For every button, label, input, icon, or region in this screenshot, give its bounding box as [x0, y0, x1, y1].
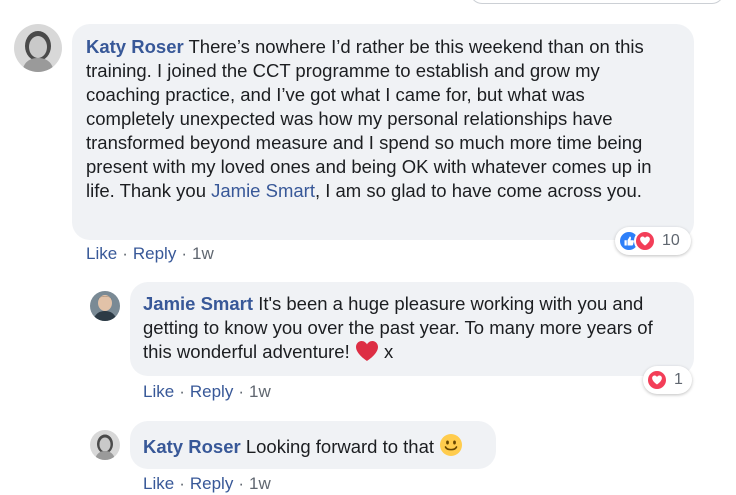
like-button[interactable]: Like: [143, 382, 174, 401]
comment-bubble: Jamie Smart It's been a huge pleasure wo…: [130, 282, 694, 376]
comment-text-end: x: [378, 341, 394, 362]
previous-element-edge: [470, 0, 724, 4]
comment-actions: Like · Reply · 1w: [143, 382, 271, 402]
separator: ·: [122, 244, 128, 263]
love-icon: [646, 369, 668, 391]
profile-photo-jamie: [90, 291, 120, 321]
separator: ·: [181, 244, 187, 263]
reaction-summary[interactable]: 10: [615, 227, 691, 255]
profile-photo-katy: [90, 430, 120, 460]
love-icon: [634, 230, 656, 252]
separator: ·: [179, 474, 185, 493]
reply-button[interactable]: Reply: [190, 474, 233, 493]
separator: ·: [238, 382, 244, 401]
reply-button[interactable]: Reply: [133, 244, 176, 263]
avatar[interactable]: [14, 24, 62, 72]
like-button[interactable]: Like: [143, 474, 174, 493]
profile-photo-katy: [14, 24, 62, 72]
timestamp[interactable]: 1w: [249, 474, 271, 493]
avatar[interactable]: [90, 430, 120, 460]
red-heart-emoji: [355, 340, 379, 362]
comment-author[interactable]: Katy Roser: [86, 36, 184, 57]
comment-author[interactable]: Katy Roser: [143, 436, 241, 457]
avatar[interactable]: [90, 291, 120, 321]
timestamp[interactable]: 1w: [192, 244, 214, 263]
comment-bubble: Katy Roser There’s nowhere I’d rather be…: [72, 24, 694, 240]
comment-text: There’s nowhere I’d rather be this weeke…: [86, 36, 652, 201]
comment-text: Looking forward to that: [245, 436, 435, 457]
comment-author[interactable]: Jamie Smart: [143, 293, 253, 314]
comment-actions: Like · Reply · 1w: [143, 474, 271, 494]
timestamp[interactable]: 1w: [249, 382, 271, 401]
mention-link[interactable]: Jamie Smart: [211, 180, 315, 201]
reaction-summary[interactable]: 1: [643, 366, 692, 394]
separator: ·: [238, 474, 244, 493]
comment-bubble: Katy Roser Looking forward to that: [130, 421, 496, 469]
comment-actions: Like · Reply · 1w: [86, 244, 214, 264]
smiling-face-emoji: [439, 433, 463, 457]
like-button[interactable]: Like: [86, 244, 117, 263]
reaction-count: 10: [662, 232, 680, 249]
reaction-count: 1: [674, 371, 683, 388]
reply-button[interactable]: Reply: [190, 382, 233, 401]
separator: ·: [179, 382, 185, 401]
comment-text-end: , I am so glad to have come across you.: [314, 180, 642, 201]
